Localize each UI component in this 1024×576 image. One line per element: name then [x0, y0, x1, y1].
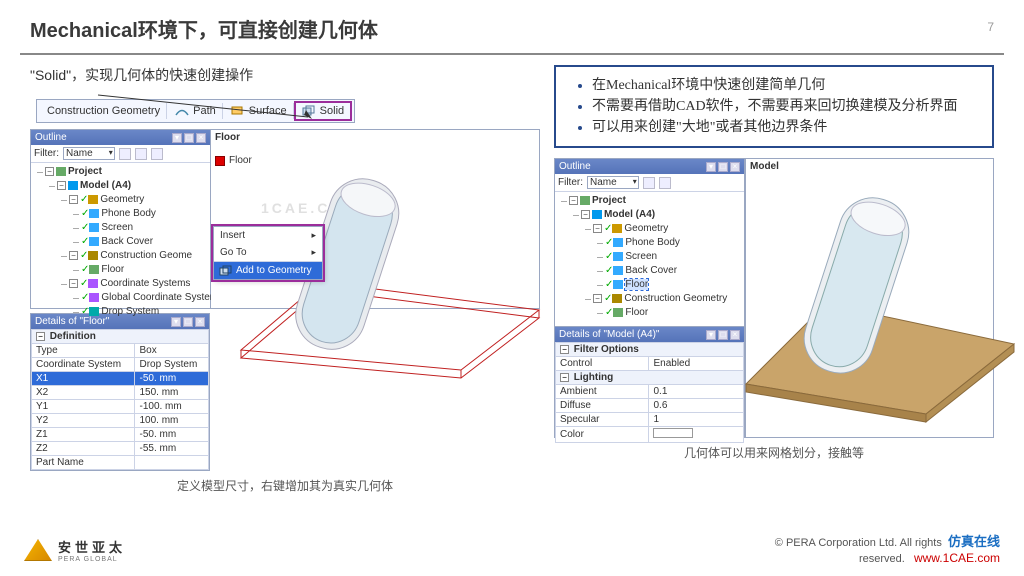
brand-logo: 安世亚太 PERA GLOBAL	[24, 537, 126, 563]
site-cn: 仿真在线	[948, 534, 1000, 549]
detail-row: Y1-100. mm	[32, 400, 209, 414]
details-panel-left: Details of "Floor" ▾□× − Definition Type…	[30, 313, 210, 471]
callout-solid-label: "Solid"，实现几何体的快速创建操作	[30, 65, 253, 85]
viewport-right[interactable]: Model	[745, 159, 993, 437]
callout-arrow	[98, 95, 198, 115]
filter-icon-1[interactable]	[119, 148, 131, 160]
outline-tree-left[interactable]: −Project −Model (A4) −✓Geometry ✓Phone B…	[31, 163, 210, 323]
footer-copyright: © PERA Corporation Ltd. All rights 仿真在线 …	[775, 534, 1000, 565]
filter-icon-r1[interactable]	[643, 177, 655, 189]
context-menu[interactable]: Insert Go To Add to Geometry	[213, 226, 323, 280]
phone-wireframe-illustration	[201, 140, 551, 420]
details-title-right: Details of "Model (A4)" ▾□×	[555, 327, 744, 342]
detail-row: Ambient0.1	[556, 385, 744, 399]
menu-add-to-geometry[interactable]: Add to Geometry	[214, 262, 322, 279]
expand-filter-options[interactable]: −	[560, 345, 569, 354]
logo-triangle-icon	[24, 539, 52, 561]
filter-icon-r2[interactable]	[659, 177, 671, 189]
detail-row: Coordinate SystemDrop System	[32, 358, 209, 372]
detail-row: Z2-55. mm	[32, 442, 209, 456]
detail-row: Color	[556, 427, 744, 443]
tree-node-floor-selected[interactable]: ✓Floor	[605, 278, 742, 292]
detail-row: Y2100. mm	[32, 414, 209, 428]
filter-icon-2[interactable]	[135, 148, 147, 160]
caption-right: 几何体可以用来网格划分，接触等	[554, 444, 994, 461]
caption-left: 定义模型尺寸，右键增加其为真实几何体	[30, 477, 540, 494]
page-number: 7	[987, 20, 994, 34]
expand-lighting[interactable]: −	[560, 373, 569, 382]
filter-select-right[interactable]: Name	[587, 176, 639, 189]
viewport-left[interactable]: Floor Floor 1CAE.COM	[211, 130, 539, 308]
outline-title: Outline ▾□×	[31, 130, 210, 145]
expand-definition[interactable]: −	[36, 332, 45, 341]
phone-solid-illustration	[736, 164, 1016, 444]
site-url: www.1CAE.com	[914, 551, 1000, 565]
menu-insert[interactable]: Insert	[214, 227, 322, 244]
detail-row: Diffuse0.6	[556, 399, 744, 413]
feature-bullets: 在Mechanical环境中快速创建简单几何 不需要再借助CAD软件，不需要再来…	[554, 65, 994, 148]
outline-filter[interactable]: Filter: Name	[31, 145, 210, 163]
outline-panel-right: Outline ▾□× Filter: Name −Project −Model…	[555, 159, 745, 437]
detail-row: X2150. mm	[32, 386, 209, 400]
detail-row-selected: X1-50. mm	[32, 372, 209, 386]
details-panel-right: Details of "Model (A4)" ▾□× − Filter Opt…	[555, 326, 744, 443]
outline-filter-right[interactable]: Filter: Name	[555, 174, 744, 192]
add-geometry-icon	[220, 266, 232, 276]
detail-row: TypeBox	[32, 344, 209, 358]
outline-panel-left: Outline ▾□× Filter: Name −Project −Model…	[31, 130, 211, 308]
surface-icon	[231, 105, 245, 117]
page-title: Mechanical环境下，可直接创建几何体	[30, 20, 378, 42]
filter-select[interactable]: Name	[63, 147, 115, 160]
menu-goto[interactable]: Go To	[214, 244, 322, 261]
detail-row: Z1-50. mm	[32, 428, 209, 442]
filter-icon-3[interactable]	[151, 148, 163, 160]
detail-row: Part Name	[32, 456, 209, 470]
outline-title-right: Outline ▾□×	[555, 159, 744, 174]
outline-tree-right[interactable]: −Project −Model (A4) −✓Geometry ✓Phone B…	[555, 192, 744, 324]
detail-row: Specular1	[556, 413, 744, 427]
btn-surface[interactable]: Surface	[225, 103, 294, 119]
detail-row: ControlEnabled	[556, 357, 744, 371]
